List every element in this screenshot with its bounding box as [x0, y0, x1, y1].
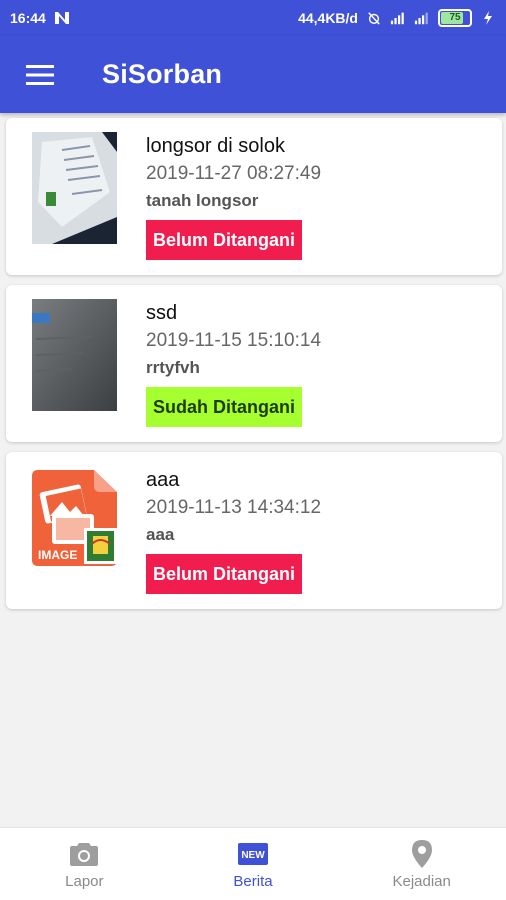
status-badge: Belum Ditangani: [146, 554, 303, 594]
new-badge-icon: NEW: [238, 842, 268, 865]
report-card[interactable]: IMAGE aaa 2019-11-13 14:34:12 aaa Belum …: [6, 452, 502, 609]
nav-label: Lapor: [65, 872, 104, 890]
report-title: longsor di solok: [146, 135, 285, 157]
report-title: aaa: [146, 469, 180, 491]
placeholder-image-label: IMAGE: [38, 548, 77, 562]
nav-item-berita[interactable]: NEW Berita: [169, 828, 338, 900]
report-card[interactable]: longsor di solok 2019-11-27 08:27:49 tan…: [6, 118, 502, 275]
nav-label: Kejadian: [392, 872, 451, 890]
report-list: longsor di solok 2019-11-27 08:27:49 tan…: [6, 118, 502, 619]
report-datetime: 2019-11-27 08:27:49: [146, 163, 322, 184]
report-datetime: 2019-11-15 15:10:14: [146, 330, 322, 351]
report-datetime: 2019-11-13 14:34:12: [146, 497, 322, 518]
camera-icon: [70, 842, 99, 866]
battery-level: 75: [449, 12, 461, 23]
signal-icon-2: [414, 12, 428, 25]
charging-bolt-icon: [484, 11, 492, 25]
status-bar: 16:44 44,4KB/d 75: [0, 0, 506, 36]
nav-item-kejadian[interactable]: Kejadian: [337, 828, 506, 900]
bottom-navigation: Lapor NEW Berita Kejadian: [0, 827, 506, 900]
report-description: aaa: [146, 525, 175, 544]
menu-button[interactable]: [0, 36, 80, 113]
location-pin-icon: [411, 839, 432, 868]
signal-icon: [390, 12, 404, 25]
report-thumbnail: IMAGE: [32, 470, 117, 566]
net-speed: 44,4KB/d: [298, 10, 358, 26]
battery-icon: 75: [438, 9, 472, 27]
status-badge: Sudah Ditangani: [146, 387, 303, 427]
app-title: SiSorban: [102, 59, 223, 89]
report-thumbnail: [32, 132, 117, 244]
report-thumbnail: [32, 299, 117, 411]
nav-label: Berita: [233, 872, 273, 890]
alarm-off-icon: [368, 12, 380, 25]
nav-item-lapor[interactable]: Lapor: [0, 828, 169, 900]
notification-n-icon: [54, 12, 69, 24]
new-badge-text: NEW: [241, 850, 265, 861]
report-title: ssd: [146, 302, 178, 324]
report-description: rrtyfvh: [146, 358, 200, 377]
status-badge: Belum Ditangani: [146, 220, 303, 260]
status-time: 16:44: [10, 10, 46, 26]
report-card[interactable]: ssd 2019-11-15 15:10:14 rrtyfvh Sudah Di…: [6, 285, 502, 442]
hamburger-menu-icon: [26, 64, 54, 85]
report-description: tanah longsor: [146, 191, 259, 210]
app-bar: SiSorban: [0, 36, 506, 113]
